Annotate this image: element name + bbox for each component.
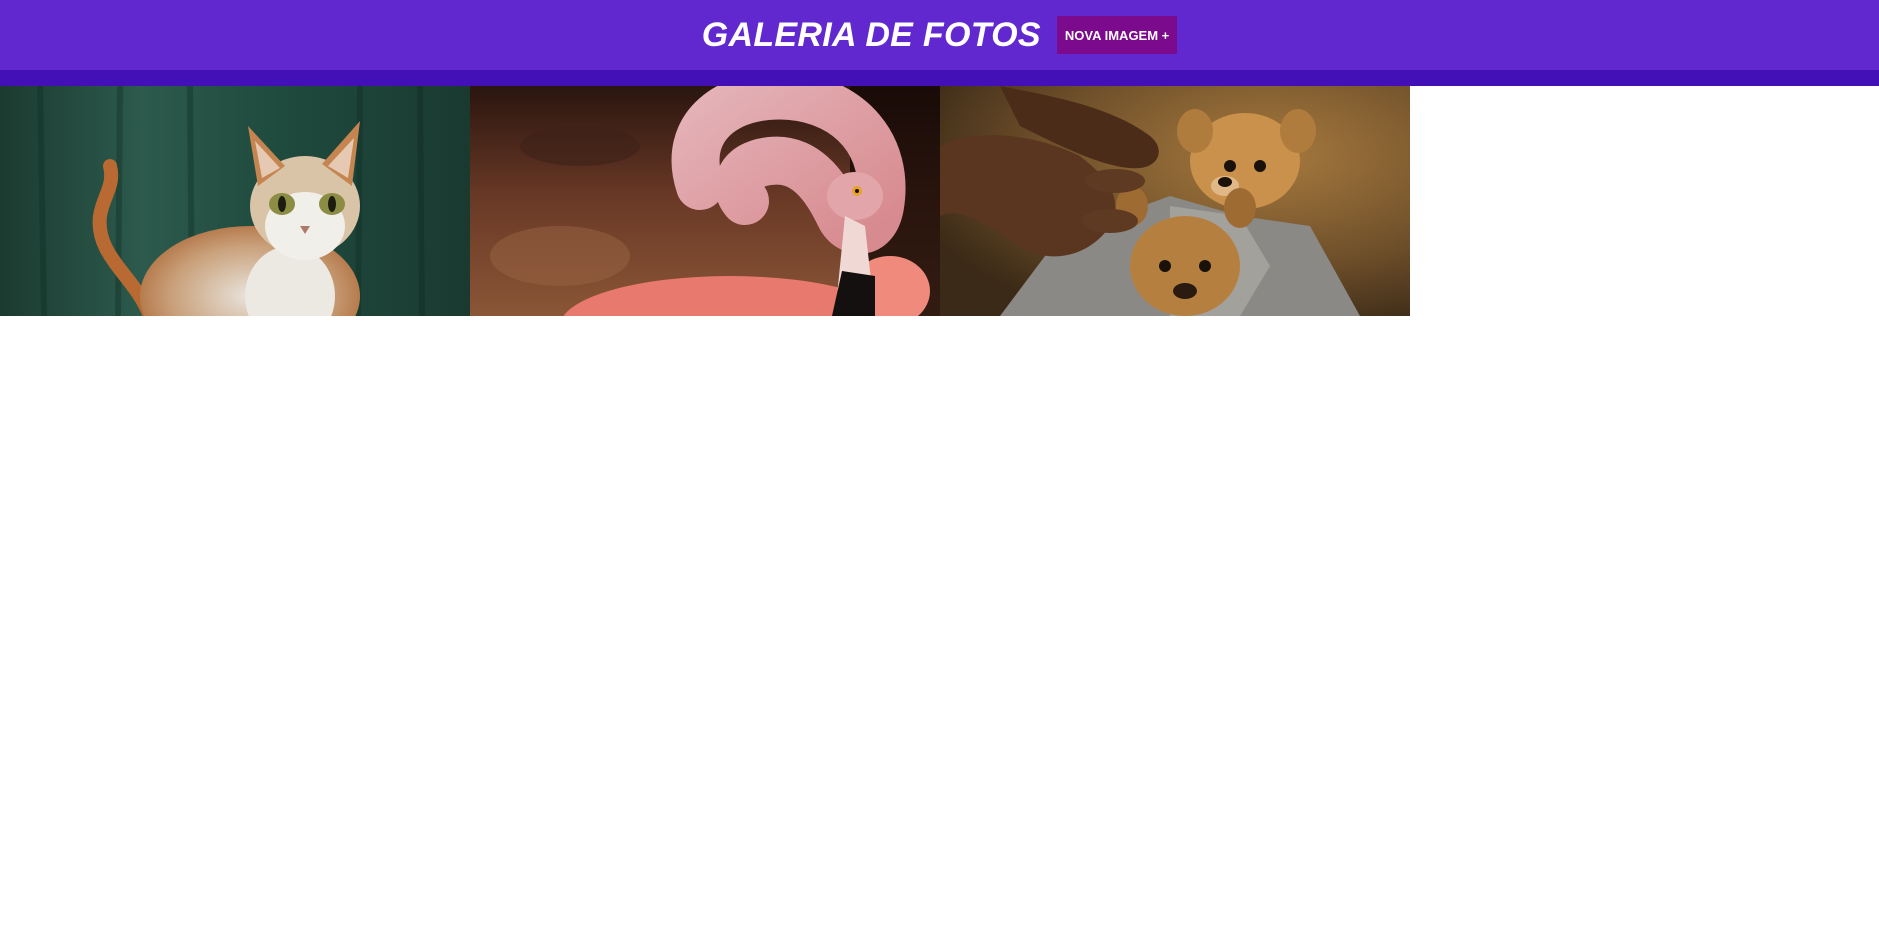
new-image-button[interactable]: NOVA IMAGEM + <box>1056 16 1178 54</box>
flamingo-image <box>470 86 940 316</box>
gallery-photo-cat[interactable] <box>0 86 470 316</box>
cat-image <box>0 86 470 316</box>
gallery-photo-flamingo[interactable] <box>470 86 940 316</box>
app-header: GALERIA DE FOTOS NOVA IMAGEM + <box>0 0 1879 70</box>
page-title: GALERIA DE FOTOS <box>701 15 1041 54</box>
gallery-photo-puppies[interactable] <box>940 86 1410 316</box>
photo-gallery <box>0 86 1879 316</box>
puppies-image <box>940 86 1410 316</box>
header-divider-bar <box>0 70 1879 86</box>
